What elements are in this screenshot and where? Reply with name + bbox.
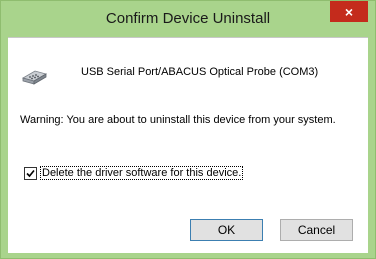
checkmark-icon xyxy=(26,169,35,177)
confirm-uninstall-dialog: Confirm Device Uninstall × USB Serial Po… xyxy=(0,0,376,259)
usb-serial-port-icon xyxy=(19,58,51,90)
close-icon: × xyxy=(344,3,354,20)
cancel-button[interactable]: Cancel xyxy=(280,219,353,241)
warning-text: Warning: You are about to uninstall this… xyxy=(20,114,336,126)
delete-driver-option[interactable]: Delete the driver software for this devi… xyxy=(24,166,244,180)
dialog-title: Confirm Device Uninstall xyxy=(105,10,271,27)
dialog-body: USB Serial Port/ABACUS Optical Probe (CO… xyxy=(8,37,368,253)
device-name: USB Serial Port/ABACUS Optical Probe (CO… xyxy=(81,66,319,78)
title-bar[interactable]: Confirm Device Uninstall × xyxy=(1,1,375,37)
close-button[interactable]: × xyxy=(330,1,368,22)
delete-driver-label[interactable]: Delete the driver software for this devi… xyxy=(40,166,244,180)
delete-driver-checkbox[interactable] xyxy=(24,166,37,180)
ok-button[interactable]: OK xyxy=(190,219,263,241)
